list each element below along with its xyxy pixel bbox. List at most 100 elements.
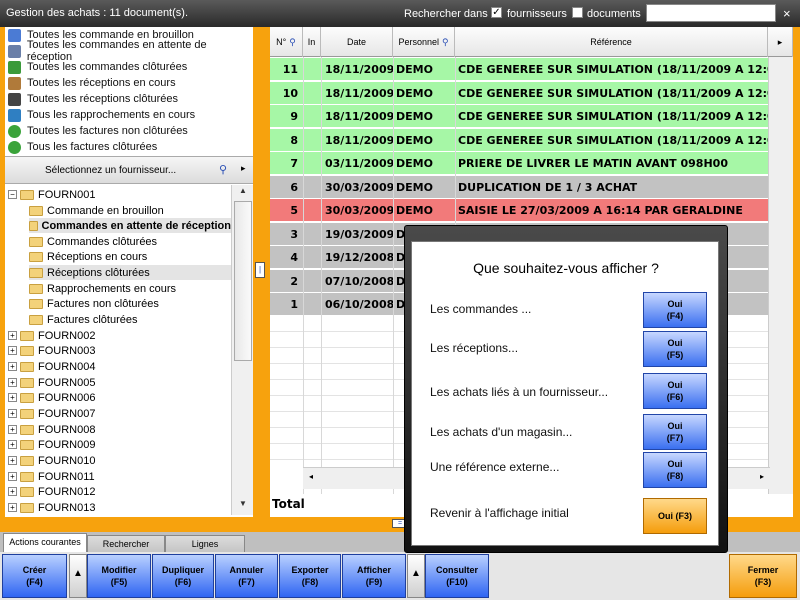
cancel-button[interactable]: Annuler (F7) [215, 554, 278, 598]
tree-node-supplier[interactable]: + FOURN005 [8, 375, 95, 390]
tree-node-supplier[interactable]: + FOURN006 [8, 390, 95, 405]
search-icon[interactable]: ⚲ [289, 37, 296, 48]
col-header-in[interactable]: In [303, 27, 321, 57]
documents-checkbox[interactable] [572, 7, 583, 18]
consult-button[interactable]: Consulter (F10) [425, 554, 489, 598]
panel-splitter[interactable]: | [255, 262, 265, 278]
tree-node-supplier[interactable]: + FOURN008 [8, 422, 95, 437]
search-icon[interactable]: ⚲ [442, 37, 449, 48]
tree-node-child[interactable]: Commande en brouillon [29, 203, 164, 218]
col-header-date[interactable]: Date [321, 27, 393, 57]
tree-node-root[interactable]: − FOURN001 [8, 187, 95, 202]
arrow-up-icon[interactable]: ▲ [407, 554, 425, 598]
create-button[interactable]: Créer (F4) [2, 554, 67, 598]
yes-receptions-button[interactable]: Oui (F5) [643, 331, 707, 367]
menu-item-receptions-open[interactable]: Toutes les réceptions en cours [8, 75, 176, 91]
expand-icon[interactable]: + [8, 425, 17, 434]
table-row[interactable]: 10 18/11/2009 DEMO CDE GENEREE SUR SIMULATI… [270, 82, 768, 105]
tree-node-supplier[interactable]: + FOURN002 [8, 328, 95, 343]
menu-item-pending-orders[interactable]: Toutes les commandes en attente de récep… [8, 39, 253, 63]
yes-supplier-button[interactable]: Oui (F6) [643, 373, 707, 409]
tab-lines[interactable]: Lignes [165, 535, 245, 552]
cell-num: 1 [290, 298, 298, 311]
display-button[interactable]: Afficher (F9) [342, 554, 406, 598]
col-header-personnel[interactable]: Personnel ⚲ [393, 27, 455, 57]
tree-node-supplier[interactable]: + FOURN007 [8, 406, 95, 421]
cell-personnel: DEMO [396, 110, 433, 123]
menu-item-invoices-open[interactable]: Toutes les factures non clôturées [8, 123, 188, 139]
scroll-thumb[interactable] [234, 201, 252, 361]
table-row[interactable]: 11 18/11/2009 DEMO CDE GENEREE SUR SIMULATI… [270, 58, 768, 81]
table-row[interactable]: 9 18/11/2009 DEMO CDE GENEREE SUR SIMULATIO… [270, 105, 768, 128]
tree-node-child[interactable]: Réceptions clôturées [29, 265, 231, 280]
expand-icon[interactable]: + [8, 346, 17, 355]
menu-item-reconciliations[interactable]: Tous les rapprochements en cours [8, 107, 195, 123]
expand-icon[interactable]: + [8, 456, 17, 465]
col-header-arrow[interactable]: ▸ [768, 27, 793, 57]
tree-node-supplier[interactable]: + FOURN011 [8, 469, 95, 484]
supplier-selector[interactable]: Sélectionnez un fournisseur... ⚲ ▸ [5, 156, 253, 184]
expand-icon[interactable]: + [8, 362, 17, 371]
tree-node-child[interactable]: Factures non clôturées [29, 296, 159, 311]
expand-icon[interactable]: + [8, 409, 17, 418]
yes-external-ref-button[interactable]: Oui (F8) [643, 452, 707, 488]
tree-scrollbar[interactable]: ▲ ▼ [231, 185, 253, 515]
scroll-up-icon[interactable]: ▲ [234, 186, 252, 200]
close-icon[interactable]: × [783, 6, 791, 21]
modify-button[interactable]: Modifier (F5) [87, 554, 151, 598]
tree-node-child[interactable]: Factures clôturées [29, 312, 137, 327]
tab-actions[interactable]: Actions courantes [3, 533, 87, 552]
expand-icon[interactable]: + [8, 487, 17, 496]
tree-node-child[interactable]: Réceptions en cours [29, 249, 147, 264]
yes-store-button[interactable]: Oui (F7) [643, 414, 707, 450]
scroll-left-icon[interactable]: ◂ [305, 472, 317, 486]
expand-icon[interactable]: + [8, 378, 17, 387]
tree-node-supplier[interactable]: + FOURN009 [8, 437, 95, 452]
suppliers-checkbox[interactable]: ✓ [491, 7, 502, 18]
tree-node-child[interactable]: Commandes clôturées [29, 234, 157, 249]
cell-date: 30/03/2009 [325, 204, 395, 217]
arrow-right-icon[interactable]: ▸ [241, 163, 246, 174]
expand-icon[interactable]: + [8, 503, 17, 512]
menu-item-receptions-closed[interactable]: Toutes les réceptions clôturées [8, 91, 178, 107]
tree-node-label: Commandes clôturées [47, 235, 158, 248]
tab-search[interactable]: Rechercher [87, 535, 165, 552]
menu-item-invoices-closed[interactable]: Tous les factures clôturées [8, 139, 157, 155]
duplicate-button[interactable]: Dupliquer (F6) [152, 554, 214, 598]
table-row[interactable]: 5 30/03/2009 DEMO SAISIE LE 27/03/2009 A 16… [270, 199, 768, 222]
col-header-reference[interactable]: Référence [455, 27, 768, 57]
tree-node-supplier[interactable]: + FOURN003 [8, 343, 95, 358]
col-header-num[interactable]: N° ⚲ [270, 27, 303, 57]
menu-item-label: Toutes les réceptions en cours [27, 77, 176, 89]
tree-node-child[interactable]: Rapprochements en cours [29, 281, 176, 296]
tree-node-supplier[interactable]: + FOURN013 [8, 500, 95, 515]
table-row[interactable]: 7 03/11/2009 DEMO PRIERE DE LIVRER LE MATIN… [270, 152, 768, 175]
expand-icon[interactable]: + [8, 393, 17, 402]
collapse-icon[interactable]: − [8, 190, 17, 199]
scroll-down-icon[interactable]: ▼ [234, 499, 252, 513]
expand-icon[interactable]: + [8, 440, 17, 449]
arrow-up-icon[interactable]: ▲ [69, 554, 87, 598]
expand-icon[interactable]: + [8, 331, 17, 340]
table-row[interactable]: 8 18/11/2009 DEMO CDE GENEREE SUR SIMULATIO… [270, 129, 768, 152]
cell-date: 30/03/2009 [325, 181, 395, 194]
tree-node-supplier[interactable]: + FOURN010 [8, 453, 95, 468]
close-button[interactable]: Fermer (F3) [729, 554, 797, 598]
expand-icon[interactable]: + [8, 472, 17, 481]
tree-node-child-selected[interactable]: Commandes en attente de réception [29, 218, 231, 233]
search-input[interactable] [646, 4, 776, 22]
grid-vertical-scrollbar[interactable] [768, 57, 793, 494]
tree-node-label: Réceptions clôturées [47, 266, 150, 279]
menu-item-closed-orders[interactable]: Toutes les commandes clôturées [8, 59, 187, 75]
menu-item-label: Toutes les commandes clôturées [27, 61, 188, 73]
suppliers-checkbox-label: fournisseurs [507, 8, 567, 20]
reset-view-button[interactable]: Oui (F3) [643, 498, 707, 534]
export-button[interactable]: Exporter (F8) [279, 554, 341, 598]
scroll-right-icon[interactable]: ▸ [756, 472, 768, 486]
cell-reference: CDE GENEREE SUR SIMULATION (18/11/2009 A… [458, 87, 768, 100]
tree-node-supplier[interactable]: + FOURN012 [8, 484, 95, 499]
table-row[interactable]: 6 30/03/2009 DEMO DUPLICATION DE 1 / 3 ACHA… [270, 176, 768, 199]
yes-orders-button[interactable]: Oui (F4) [643, 292, 707, 328]
tree-node-supplier[interactable]: + FOURN004 [8, 359, 95, 374]
search-icon[interactable]: ⚲ [219, 163, 227, 176]
